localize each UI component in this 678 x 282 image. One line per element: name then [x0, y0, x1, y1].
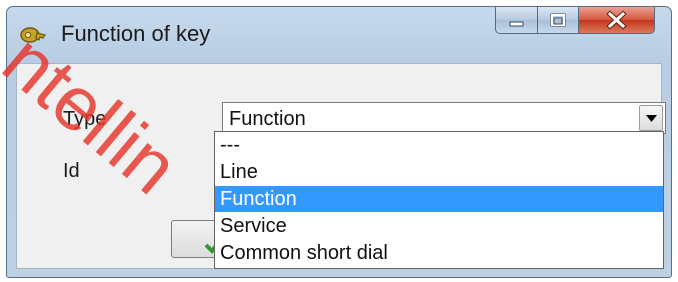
title-bar[interactable]: Function of key: [7, 6, 671, 63]
chevron-down-icon: [646, 115, 657, 122]
maximize-icon: [550, 13, 566, 27]
type-select-value: Function: [229, 108, 306, 130]
option-none[interactable]: ---: [215, 132, 663, 158]
dropdown-arrow-button[interactable]: [639, 105, 663, 131]
close-icon: [606, 10, 627, 30]
maximize-button[interactable]: [537, 6, 579, 34]
close-button[interactable]: [578, 6, 655, 34]
type-select[interactable]: Function: [222, 102, 666, 134]
option-service[interactable]: Service: [215, 213, 663, 239]
type-label: Type: [63, 108, 107, 130]
type-dropdown-list[interactable]: --- Line Function Service Common short d…: [214, 131, 664, 269]
minimize-icon: [509, 21, 524, 27]
option-common-short-dial[interactable]: Common short dial: [215, 240, 663, 266]
option-line[interactable]: Line: [215, 159, 663, 185]
option-function[interactable]: Function: [215, 186, 663, 212]
key-icon: [19, 23, 47, 47]
id-label: Id: [63, 160, 80, 182]
window-title: Function of key: [61, 21, 211, 46]
minimize-button[interactable]: [495, 6, 538, 34]
